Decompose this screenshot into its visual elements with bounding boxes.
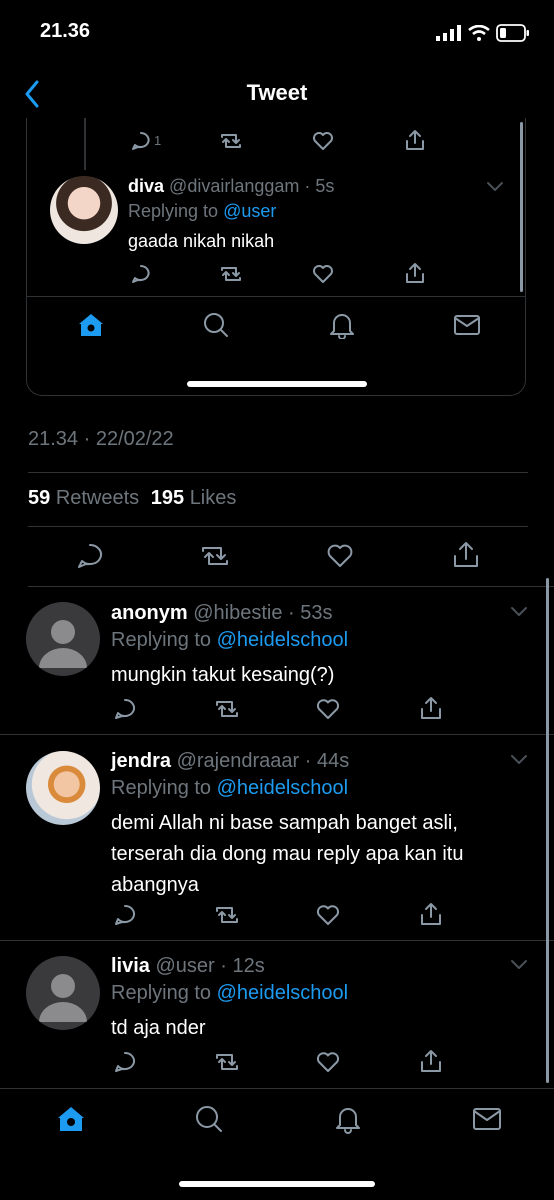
- retweet-icon[interactable]: [200, 543, 230, 569]
- reply-icon[interactable]: [114, 904, 136, 926]
- share-icon[interactable]: [452, 541, 480, 569]
- divider: [28, 526, 528, 527]
- replying-to-handle[interactable]: @heidelschool: [217, 777, 349, 799]
- home-icon[interactable]: [77, 312, 105, 338]
- embedded-tweet-header: diva @divairlanggam · 5s: [128, 176, 334, 197]
- notifications-icon[interactable]: [328, 311, 356, 339]
- notifications-icon[interactable]: [333, 1104, 363, 1134]
- reply-author-handle: @hibestie · 53s: [193, 602, 333, 624]
- reply-count: 1: [154, 133, 162, 148]
- retweet-icon[interactable]: [214, 698, 240, 720]
- like-icon[interactable]: [316, 698, 340, 720]
- embedded-screenshot: [26, 118, 526, 396]
- default-avatar-icon: [39, 974, 87, 1022]
- tweet-timestamp: 21.34 · 22/02/22: [28, 428, 174, 450]
- reply-text: mungkin takut kesaing(?): [111, 664, 335, 686]
- tweet-text: gaada nikah nikah: [128, 231, 275, 251]
- share-icon[interactable]: [404, 129, 426, 151]
- home-icon[interactable]: [56, 1105, 86, 1133]
- status-time: 21.36: [40, 20, 91, 42]
- retweet-icon[interactable]: [214, 1051, 240, 1073]
- page-title: Tweet: [246, 80, 308, 105]
- likes-label[interactable]: Likes: [190, 487, 237, 509]
- chevron-down-icon[interactable]: [510, 959, 528, 971]
- like-icon[interactable]: [312, 131, 334, 151]
- divider: [27, 296, 525, 297]
- avatar[interactable]: [26, 751, 100, 825]
- wifi-icon: [468, 25, 490, 41]
- chevron-down-icon[interactable]: [510, 754, 528, 766]
- reply-text-line: demi Allah ni base sampah banget asli,: [111, 812, 458, 834]
- status-bar: 21.36: [0, 0, 554, 60]
- chevron-down-icon[interactable]: [486, 181, 504, 193]
- replying-label: Replying to: [111, 629, 212, 651]
- like-icon[interactable]: [316, 904, 340, 926]
- reply-icon[interactable]: [131, 264, 151, 284]
- reply-author-name[interactable]: anonym: [111, 602, 188, 624]
- reply-author-handle: @user · 12s: [155, 955, 265, 977]
- likes-count[interactable]: 195: [151, 487, 184, 509]
- reply-icon[interactable]: [114, 698, 136, 720]
- thread-line: [84, 118, 86, 170]
- like-icon[interactable]: [316, 1051, 340, 1073]
- battery-icon: [496, 24, 529, 42]
- like-icon[interactable]: [312, 264, 334, 284]
- avatar[interactable]: [26, 602, 100, 676]
- reply-text: td aja nder: [111, 1017, 206, 1039]
- list-item[interactable]: anonym @hibestie · 53s Replying to @heid…: [0, 587, 554, 734]
- share-icon[interactable]: [419, 1049, 443, 1073]
- retweet-icon[interactable]: [219, 264, 243, 284]
- home-indicator: [179, 1181, 375, 1187]
- chevron-down-icon[interactable]: [510, 606, 528, 618]
- retweet-icon[interactable]: [214, 904, 240, 926]
- bottom-tab-bar: [0, 1089, 554, 1200]
- replying-to-handle[interactable]: @heidelschool: [217, 629, 349, 651]
- reply-text-line: terserah dia dong mau reply apa kan itu: [111, 843, 464, 865]
- share-icon[interactable]: [419, 902, 443, 926]
- share-icon[interactable]: [419, 696, 443, 720]
- replying-label: Replying to: [111, 777, 212, 799]
- tweet-stats: 59 Retweets 195 Likes: [28, 487, 236, 510]
- messages-icon[interactable]: [472, 1107, 502, 1131]
- reply-icon[interactable]: [77, 543, 103, 569]
- embedded-scrollbar[interactable]: [520, 122, 523, 292]
- reply-text-line: abangnya: [111, 874, 199, 896]
- replying-label: Replying to: [128, 201, 219, 221]
- like-icon[interactable]: [326, 543, 354, 569]
- avatar[interactable]: [50, 176, 118, 244]
- reply-icon[interactable]: [131, 131, 151, 151]
- share-icon[interactable]: [404, 262, 426, 284]
- retweet-icon[interactable]: [219, 131, 243, 151]
- replying-to-handle[interactable]: @user: [223, 201, 276, 221]
- signal-icon: [436, 25, 461, 41]
- divider: [28, 472, 528, 473]
- default-avatar-icon: [39, 620, 87, 668]
- replying-to: Replying to @user: [128, 201, 276, 222]
- replying-label: Replying to: [111, 982, 212, 1004]
- retweets-label[interactable]: Retweets: [56, 487, 139, 509]
- page-scrollbar[interactable]: [546, 578, 549, 1083]
- home-indicator: [187, 381, 367, 387]
- messages-icon[interactable]: [453, 314, 481, 336]
- reply-icon[interactable]: [114, 1051, 136, 1073]
- search-icon[interactable]: [202, 311, 230, 339]
- reply-author-name[interactable]: livia: [111, 955, 150, 977]
- tweet-author-handle: @divairlanggam · 5s: [169, 176, 335, 196]
- reply-author-handle: @rajendraaar · 44s: [176, 750, 350, 772]
- search-icon[interactable]: [194, 1104, 224, 1134]
- tweet-author-name[interactable]: diva: [128, 176, 164, 196]
- replying-to-handle[interactable]: @heidelschool: [217, 982, 349, 1004]
- avatar[interactable]: [26, 956, 100, 1030]
- reply-author-name[interactable]: jendra: [111, 750, 171, 772]
- list-item[interactable]: livia @user · 12s Replying to @heidelsch…: [0, 941, 554, 1088]
- list-item[interactable]: jendra @rajendraaar · 44s Replying to @h…: [0, 735, 554, 940]
- retweets-count[interactable]: 59: [28, 487, 50, 509]
